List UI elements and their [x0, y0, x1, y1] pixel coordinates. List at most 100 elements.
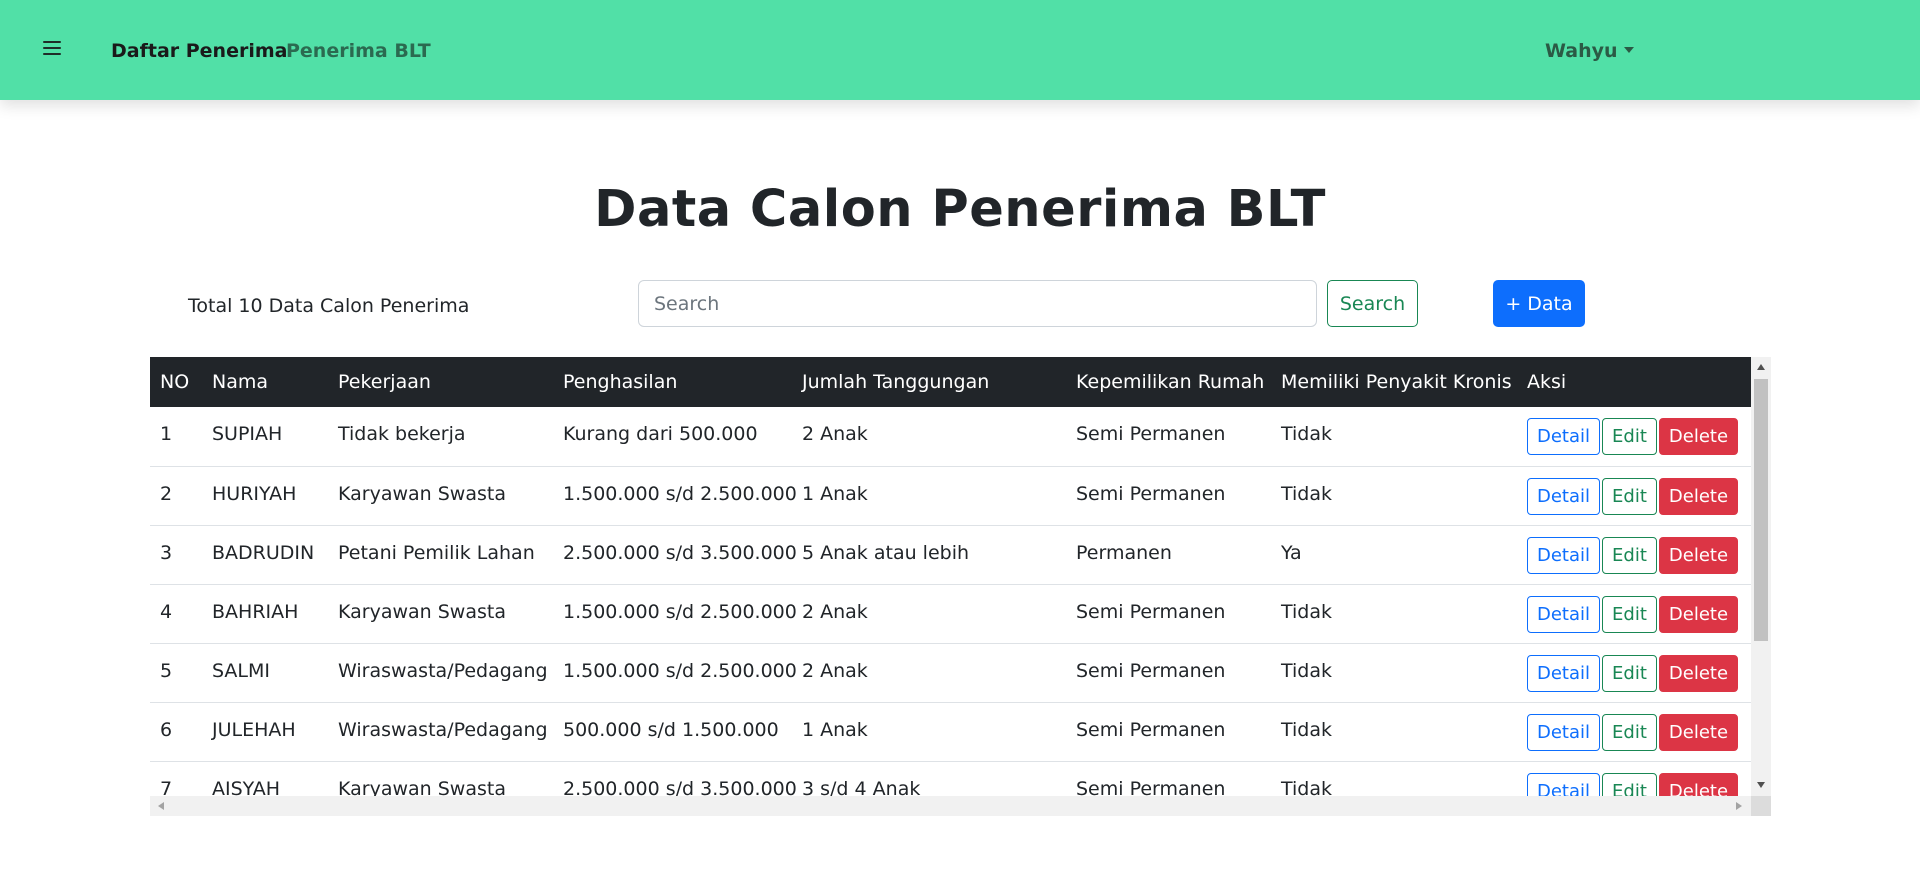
scroll-up-arrow-icon[interactable]	[1757, 364, 1765, 370]
cell-aksi: Detail Edit Delete	[1517, 761, 1751, 796]
table-viewport: NO Nama Pekerjaan Penghasilan Jumlah Tan…	[150, 357, 1751, 796]
cell-no: 3	[160, 541, 173, 564]
detail-button[interactable]: Detail	[1527, 713, 1601, 751]
user-name: Wahyu	[1545, 40, 1618, 62]
cell-pekerjaan: Wiraswasta/Pedagang	[338, 659, 548, 682]
vertical-scrollbar[interactable]	[1751, 357, 1771, 796]
delete-button[interactable]: Delete	[1658, 418, 1739, 455]
scrollbar-corner	[1751, 796, 1771, 816]
cell-nama: HURIYAH	[212, 482, 297, 505]
cell-pekerjaan: Petani Pemilik Lahan	[338, 541, 535, 564]
cell-no: 6	[160, 718, 173, 741]
top-navbar: Daftar Penerima Penerima BLT Wahyu	[0, 0, 1920, 100]
hamburger-icon[interactable]	[43, 40, 61, 56]
edit-button[interactable]: Edit	[1602, 536, 1657, 574]
edit-button[interactable]: Edit	[1602, 418, 1657, 455]
cell-aksi: Detail Edit Delete	[1517, 702, 1751, 761]
cell-pekerjaan: Karyawan Swasta	[338, 777, 506, 797]
cell-penyakit: Tidak	[1281, 423, 1333, 445]
table-row: 2 HURIYAH Karyawan Swasta 1.500.000 s/d 2.5…	[150, 466, 1751, 525]
table-row: 3 BADRUDIN Petani Pemilik Lahan 2.500.000 s…	[150, 525, 1751, 584]
edit-button[interactable]: Edit	[1602, 713, 1657, 751]
delete-button[interactable]: Delete	[1658, 536, 1739, 574]
search-button[interactable]: Search	[1327, 280, 1418, 327]
edit-button[interactable]: Edit	[1602, 654, 1657, 692]
detail-button[interactable]: Detail	[1527, 772, 1601, 796]
cell-no: 5	[160, 659, 173, 682]
cell-rumah: Semi Permanen	[1076, 718, 1226, 741]
delete-button[interactable]: Delete	[1658, 713, 1739, 751]
cell-no: 2	[160, 482, 173, 505]
cell-tanggungan: 2 Anak	[802, 423, 868, 445]
scroll-right-arrow-icon[interactable]	[1736, 802, 1742, 810]
detail-button[interactable]: Detail	[1527, 595, 1601, 633]
cell-aksi: Detail Edit Delete	[1517, 407, 1751, 466]
scrollbar-thumb[interactable]	[1754, 379, 1768, 641]
cell-nama: BADRUDIN	[212, 541, 315, 564]
caret-down-icon	[1623, 47, 1634, 53]
brand-link[interactable]: Daftar Penerima	[111, 39, 287, 63]
detail-button[interactable]: Detail	[1527, 477, 1601, 515]
cell-penghasilan: 1.500.000 s/d 2.500.000	[563, 600, 797, 623]
cell-pekerjaan: Karyawan Swasta	[338, 482, 506, 505]
cell-rumah: Semi Permanen	[1076, 777, 1226, 797]
cell-no: 1	[160, 423, 173, 445]
total-count-text: Total 10 Data Calon Penerima	[188, 295, 470, 317]
cell-tanggungan: 3 s/d 4 Anak	[802, 777, 921, 797]
horizontal-scrollbar[interactable]	[150, 796, 1751, 816]
table-row: 1 SUPIAH Tidak bekerja Kurang dari 500.000 2…	[150, 407, 1751, 466]
cell-no: 4	[160, 600, 173, 623]
scroll-down-arrow-icon[interactable]	[1757, 782, 1765, 788]
delete-button[interactable]: Delete	[1658, 772, 1739, 796]
search-input[interactable]	[638, 280, 1317, 327]
cell-rumah: Semi Permanen	[1076, 482, 1226, 505]
scroll-left-arrow-icon[interactable]	[158, 802, 164, 810]
detail-button[interactable]: Detail	[1527, 536, 1601, 574]
cell-aksi: Detail Edit Delete	[1517, 525, 1751, 584]
delete-button[interactable]: Delete	[1658, 477, 1739, 515]
cell-aksi: Detail Edit Delete	[1517, 584, 1751, 643]
cell-pekerjaan: Tidak bekerja	[338, 423, 466, 445]
cell-rumah: Semi Permanen	[1076, 659, 1226, 682]
cell-aksi: Detail Edit Delete	[1517, 643, 1751, 702]
column-header: Penghasilan	[563, 371, 678, 393]
cell-penyakit: Tidak	[1281, 777, 1333, 797]
nav-link-penerima-blt[interactable]: Penerima BLT	[286, 39, 431, 63]
page-title: Data Calon Penerima BLT	[594, 180, 1326, 239]
column-header: Jumlah Tanggungan	[802, 371, 990, 393]
add-data-button[interactable]: + Data	[1493, 280, 1585, 327]
table-container: NO Nama Pekerjaan Penghasilan Jumlah Tan…	[150, 357, 1771, 816]
cell-tanggungan: 1 Anak	[802, 718, 868, 741]
cell-tanggungan: 1 Anak	[802, 482, 868, 505]
edit-button[interactable]: Edit	[1602, 595, 1657, 633]
edit-button[interactable]: Edit	[1602, 477, 1657, 515]
cell-pekerjaan: Wiraswasta/Pedagang	[338, 718, 548, 741]
cell-rumah: Semi Permanen	[1076, 600, 1226, 623]
cell-nama: SALMI	[212, 659, 270, 682]
cell-penghasilan: 500.000 s/d 1.500.000	[563, 718, 779, 741]
cell-penghasilan: Kurang dari 500.000	[563, 423, 758, 445]
column-header: Memiliki Penyakit Kronis	[1281, 371, 1512, 393]
cell-nama: JULEHAH	[212, 718, 296, 741]
cell-penghasilan: 2.500.000 s/d 3.500.000	[563, 777, 797, 797]
cell-tanggungan: 2 Anak	[802, 600, 868, 623]
cell-nama: BAHRIAH	[212, 600, 299, 623]
table-body: 1 SUPIAH Tidak bekerja Kurang dari 500.000 2…	[150, 407, 1751, 796]
cell-tanggungan: 5 Anak atau lebih	[802, 541, 970, 564]
detail-button[interactable]: Detail	[1527, 654, 1601, 692]
user-dropdown[interactable]: Wahyu	[1545, 39, 1634, 63]
cell-penyakit: Tidak	[1281, 600, 1333, 623]
column-header: Aksi	[1527, 371, 1567, 393]
delete-button[interactable]: Delete	[1658, 654, 1739, 692]
table-header-row: NO Nama Pekerjaan Penghasilan Jumlah Tan…	[150, 357, 1751, 407]
detail-button[interactable]: Detail	[1527, 418, 1601, 455]
delete-button[interactable]: Delete	[1658, 595, 1739, 633]
edit-button[interactable]: Edit	[1602, 772, 1657, 796]
column-header: Pekerjaan	[338, 371, 431, 393]
cell-penyakit: Tidak	[1281, 482, 1333, 505]
cell-pekerjaan: Karyawan Swasta	[338, 600, 506, 623]
table-row: 5 SALMI Wiraswasta/Pedagang 1.500.000 s/d 2…	[150, 643, 1751, 702]
cell-rumah: Permanen	[1076, 541, 1172, 564]
cell-penyakit: Tidak	[1281, 659, 1333, 682]
table-row: 6 JULEHAH Wiraswasta/Pedagang 500.000 s/d 1…	[150, 702, 1751, 761]
